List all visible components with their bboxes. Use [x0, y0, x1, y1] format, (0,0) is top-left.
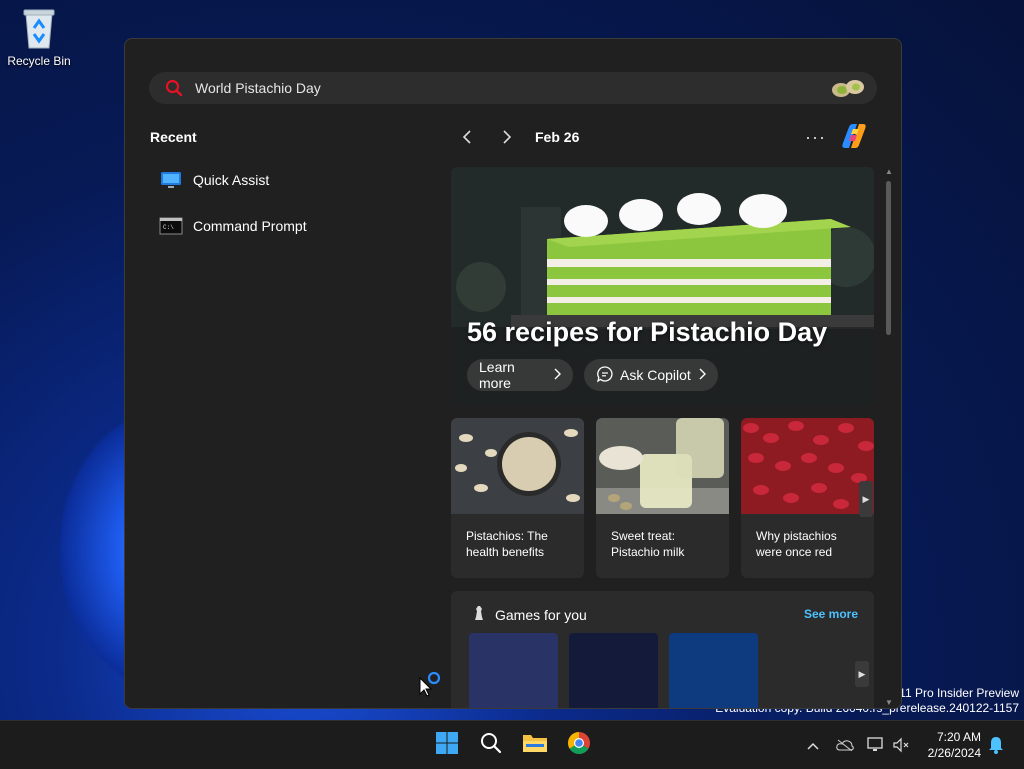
network-icon[interactable] — [866, 735, 886, 755]
recycle-bin[interactable]: Recycle Bin — [6, 6, 72, 68]
quick-assist-icon — [159, 170, 183, 190]
busy-cursor-icon — [418, 670, 444, 703]
more-options-button[interactable]: ··· — [805, 127, 826, 148]
games-next-button[interactable]: ▶ — [855, 661, 869, 687]
search-input[interactable] — [193, 79, 797, 97]
scroll-up-icon[interactable]: ▲ — [885, 167, 893, 176]
hero-title[interactable]: 56 recipes for Pistachio Day — [467, 317, 827, 348]
feed-scrollbar[interactable]: ▲ ▼ — [885, 167, 893, 707]
recent-item-command-prompt[interactable]: C:\ Command Prompt — [159, 212, 307, 240]
games-heading-label: Games for you — [495, 606, 587, 623]
article-card[interactable]: Pistachios: The health benefits — [451, 418, 584, 578]
recent-heading: Recent — [150, 129, 197, 145]
article-card[interactable]: Sweet treat: Pistachio milk — [596, 418, 729, 578]
recent-item-quick-assist[interactable]: Quick Assist — [159, 166, 269, 194]
chevron-right-icon — [554, 367, 561, 383]
show-hidden-icons-button[interactable] — [803, 735, 823, 755]
pistachio-doodle-icon[interactable] — [829, 77, 867, 99]
red-pistachios-image — [741, 418, 874, 514]
see-more-link[interactable]: See more — [804, 607, 858, 621]
clock-time: 7:20 AM — [936, 730, 981, 744]
article-card[interactable]: Why pistachios were once red — [741, 418, 874, 578]
svg-text:C:\: C:\ — [163, 224, 174, 231]
article-card-caption: Why pistachios were once red — [756, 529, 837, 559]
chevron-right-icon — [502, 128, 512, 149]
article-card-caption: Sweet treat: Pistachio milk — [611, 529, 685, 559]
recent-item-label: Quick Assist — [193, 172, 270, 188]
article-card-caption: Pistachios: The health benefits — [466, 529, 548, 559]
ask-copilot-label: Ask Copilot — [620, 367, 691, 383]
cards-next-button[interactable]: ▶ — [859, 481, 873, 517]
notifications-bell-icon[interactable] — [986, 735, 1006, 755]
learn-more-button[interactable]: Learn more — [467, 359, 573, 391]
volume-muted-icon[interactable] — [891, 735, 911, 755]
folder-icon — [522, 732, 548, 759]
search-icon — [165, 79, 183, 97]
pistachio-milk-image — [596, 418, 729, 514]
chrome-button[interactable] — [563, 729, 595, 761]
chess-piece-icon — [471, 605, 487, 624]
ask-copilot-button[interactable]: Ask Copilot — [584, 359, 718, 391]
chevron-left-icon — [462, 128, 472, 149]
game-tile[interactable] — [569, 633, 658, 708]
chrome-icon — [567, 731, 591, 760]
chevron-right-icon — [699, 367, 706, 383]
onedrive-icon[interactable] — [835, 735, 855, 755]
hero-article[interactable]: 56 recipes for Pistachio Day Learn more … — [451, 167, 874, 405]
file-explorer-button[interactable] — [519, 729, 551, 761]
next-day-button[interactable] — [496, 127, 518, 149]
chevron-up-icon — [807, 738, 819, 753]
scroll-down-icon[interactable]: ▼ — [885, 698, 893, 707]
previous-day-button[interactable] — [456, 127, 478, 149]
clock-date: 2/26/2024 — [927, 746, 981, 760]
recycle-bin-label: Recycle Bin — [7, 54, 71, 68]
games-heading: Games for you — [471, 605, 587, 624]
start-button[interactable] — [431, 729, 463, 761]
taskbar: 7:20 AM 2/26/2024 — [0, 720, 1024, 769]
recent-item-label: Command Prompt — [193, 218, 307, 234]
games-section: Games for you See more ▶ — [451, 591, 874, 708]
caret-right-icon: ▶ — [862, 493, 870, 504]
caret-right-icon: ▶ — [858, 668, 866, 679]
pistachios-bowl-image — [451, 418, 584, 514]
taskbar-search-button[interactable] — [475, 729, 507, 761]
search-icon — [480, 732, 502, 759]
feed-date: Feb 26 — [535, 129, 580, 145]
command-prompt-icon: C:\ — [159, 216, 183, 236]
windows-logo-icon — [435, 731, 459, 760]
system-clock[interactable]: 7:20 AM 2/26/2024 — [928, 729, 981, 761]
search-panel: Recent Quick Assist C:\ Command Prompt — [124, 38, 902, 709]
game-tile[interactable] — [469, 633, 558, 708]
copilot-icon[interactable] — [837, 121, 871, 151]
chat-bubble-icon — [596, 365, 614, 386]
game-tile[interactable] — [669, 633, 758, 708]
search-box[interactable] — [149, 72, 877, 104]
recycle-bin-icon — [20, 6, 58, 50]
learn-more-label: Learn more — [479, 359, 515, 391]
scrollbar-thumb[interactable] — [886, 181, 891, 335]
